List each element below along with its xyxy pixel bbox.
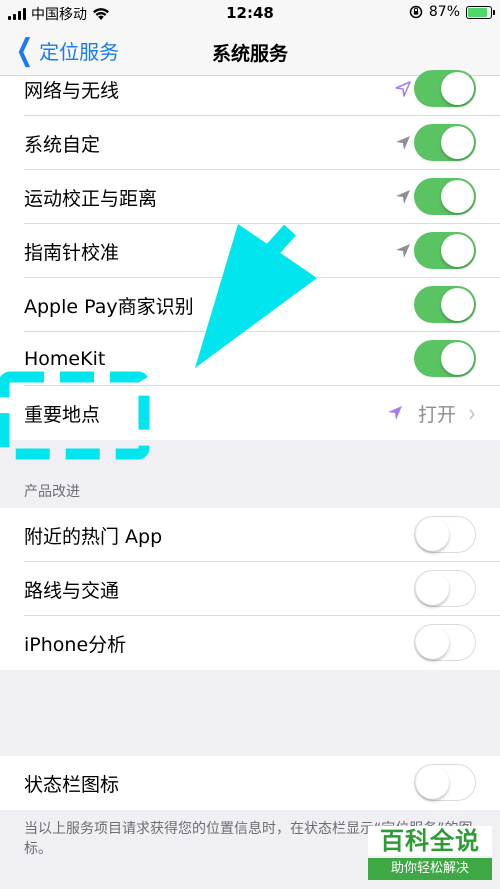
toggle-knob	[416, 518, 449, 551]
list-item-system-customization[interactable]: 系统自定	[0, 116, 500, 170]
toggle-switch[interactable]	[414, 124, 476, 161]
location-arrow-icon	[396, 244, 410, 258]
product-improvement-list: 附近的热门 App 路线与交通 iPhone分析	[0, 508, 500, 670]
system-services-list: 网络与无线 系统自定 运动校正与距离 指南针校准 Apple Pay商家识别 H…	[0, 70, 500, 440]
toggle-switch[interactable]	[414, 232, 476, 269]
toggle-switch[interactable]	[414, 570, 476, 607]
location-arrow-icon	[396, 190, 410, 204]
list-item-iphone-analytics[interactable]: iPhone分析	[0, 616, 500, 670]
toggle-switch[interactable]	[414, 340, 476, 377]
status-bar: 中国移动 12:48 87%	[0, 0, 500, 26]
location-arrow-icon	[396, 136, 410, 150]
toggle-knob	[416, 572, 449, 605]
toggle-switch[interactable]	[414, 70, 476, 107]
row-label: 重要地点	[24, 403, 101, 426]
toggle-knob	[441, 180, 474, 213]
row-value: 打开	[417, 403, 456, 426]
battery-percent: 87%	[428, 4, 460, 20]
battery-charging-icon	[466, 5, 495, 19]
row-label: 附近的热门 App	[24, 525, 163, 548]
watermark-logo: 百科全说 助你轻松解决	[368, 826, 492, 884]
section-header-product: 产品改进	[24, 484, 80, 500]
location-arrow-icon	[395, 81, 411, 97]
row-label: HomeKit	[24, 348, 106, 370]
row-label: 系统自定	[24, 133, 101, 156]
row-label: 状态栏图标	[24, 773, 120, 796]
list-item-popular-near-me[interactable]: 附近的热门 App	[0, 508, 500, 562]
list-item-compass-calibration[interactable]: 指南针校准	[0, 224, 500, 278]
toggle-knob	[416, 766, 449, 799]
list-item-significant-locations[interactable]: 重要地点 打开 ›	[0, 386, 500, 440]
toggle-switch[interactable]	[414, 764, 476, 801]
toggle-knob	[441, 72, 474, 105]
toggle-switch[interactable]	[414, 516, 476, 553]
list-item-motion-calibration[interactable]: 运动校正与距离	[0, 170, 500, 224]
list-item-homekit[interactable]: HomeKit	[0, 332, 500, 386]
row-label: iPhone分析	[24, 633, 127, 656]
list-item-network-wireless[interactable]: 网络与无线	[0, 62, 500, 116]
row-label: 运动校正与距离	[24, 187, 158, 210]
toggle-knob	[441, 126, 474, 159]
list-item-status-bar-icon[interactable]: 状态栏图标	[0, 756, 500, 810]
toggle-switch[interactable]	[414, 624, 476, 661]
chevron-right-icon: ›	[468, 397, 476, 429]
toggle-knob	[441, 342, 474, 375]
list-item-routing-traffic[interactable]: 路线与交通	[0, 562, 500, 616]
list-item-apple-pay-merchant[interactable]: Apple Pay商家识别	[0, 278, 500, 332]
row-label: Apple Pay商家识别	[24, 295, 194, 318]
watermark-title: 百科全说	[368, 826, 492, 856]
toggle-knob	[416, 626, 449, 659]
location-arrow-icon	[388, 406, 402, 420]
row-label: 网络与无线	[24, 79, 120, 102]
status-right: 87%	[409, 4, 495, 20]
toggle-switch[interactable]	[414, 286, 476, 323]
status-icon-list: 状态栏图标	[0, 756, 500, 810]
toggle-knob	[441, 234, 474, 267]
row-label: 指南针校准	[24, 241, 120, 264]
watermark-subtitle: 助你轻松解决	[368, 858, 492, 880]
toggle-knob	[441, 288, 474, 321]
rotation-lock-icon	[409, 5, 423, 19]
toggle-switch[interactable]	[414, 178, 476, 215]
row-label: 路线与交通	[24, 579, 120, 602]
